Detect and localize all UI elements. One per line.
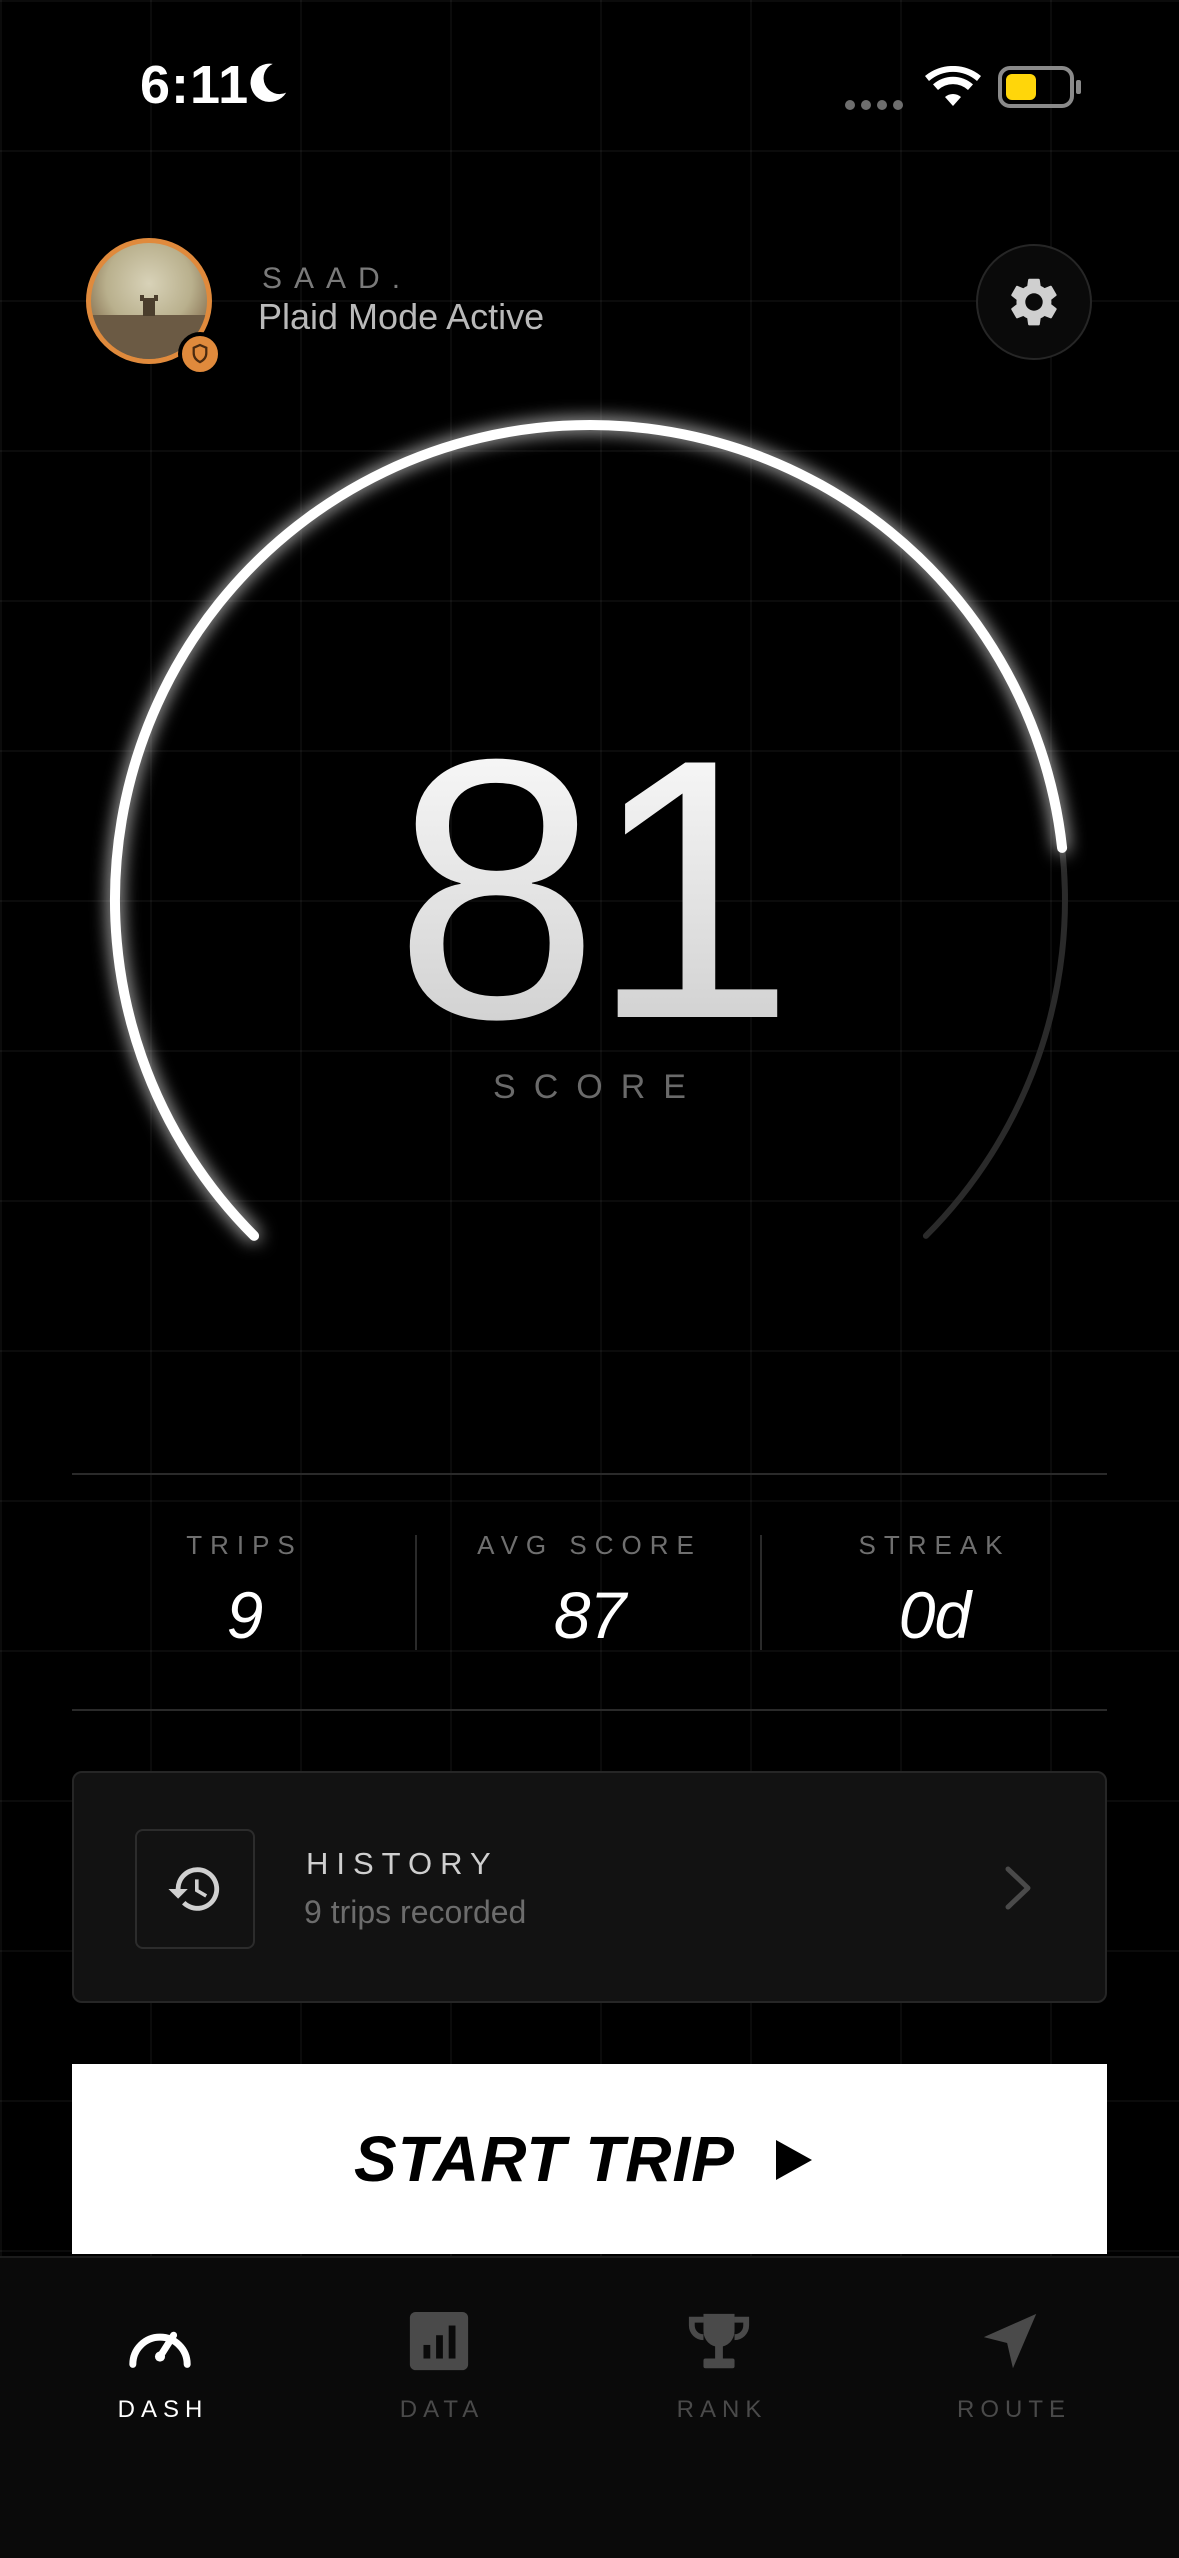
navigation-arrow-icon (983, 2313, 1037, 2369)
tab-label: RANK (676, 2396, 768, 2423)
tab-data[interactable]: DATA (339, 2310, 539, 2424)
start-trip-label: START TRIP (354, 2123, 735, 2195)
play-icon (776, 2140, 812, 2180)
trophy-icon (688, 2313, 750, 2369)
history-icon (168, 1867, 220, 1911)
divider (72, 1473, 1107, 1475)
tab-dash[interactable]: DASH (60, 2310, 260, 2424)
tab-label: DATA (399, 2396, 485, 2423)
history-title: HISTORY (306, 1846, 499, 1881)
speedometer-icon (129, 2331, 191, 2368)
stat-value: 87 (553, 1578, 626, 1652)
stat-label: TRIPS (186, 1530, 303, 1560)
bar-chart-icon (409, 2311, 469, 2371)
score-label: SCORE (493, 1068, 704, 1106)
score-value: 81 (0, 690, 1179, 1090)
tab-label: ROUTE (957, 2396, 1071, 2423)
chevron-right-icon (1005, 1866, 1031, 1910)
start-trip-button[interactable]: START TRIP (72, 2064, 1107, 2254)
tab-label: DASH (117, 2396, 209, 2423)
history-subtitle: 9 trips recorded (304, 1894, 527, 1930)
stat-label: STREAK (858, 1530, 1011, 1560)
stat-trips: TRIPS 9 (72, 1530, 417, 1653)
stat-value: 9 (226, 1578, 264, 1652)
stat-value: 0d (898, 1578, 971, 1652)
stat-streak: STREAK 0d (762, 1530, 1107, 1653)
tab-rank[interactable]: RANK (619, 2310, 819, 2424)
tab-route[interactable]: ROUTE (911, 2310, 1111, 2424)
divider (72, 1709, 1107, 1711)
stat-avg-score: AVG SCORE 87 (417, 1530, 762, 1653)
stat-label: AVG SCORE (477, 1530, 702, 1560)
